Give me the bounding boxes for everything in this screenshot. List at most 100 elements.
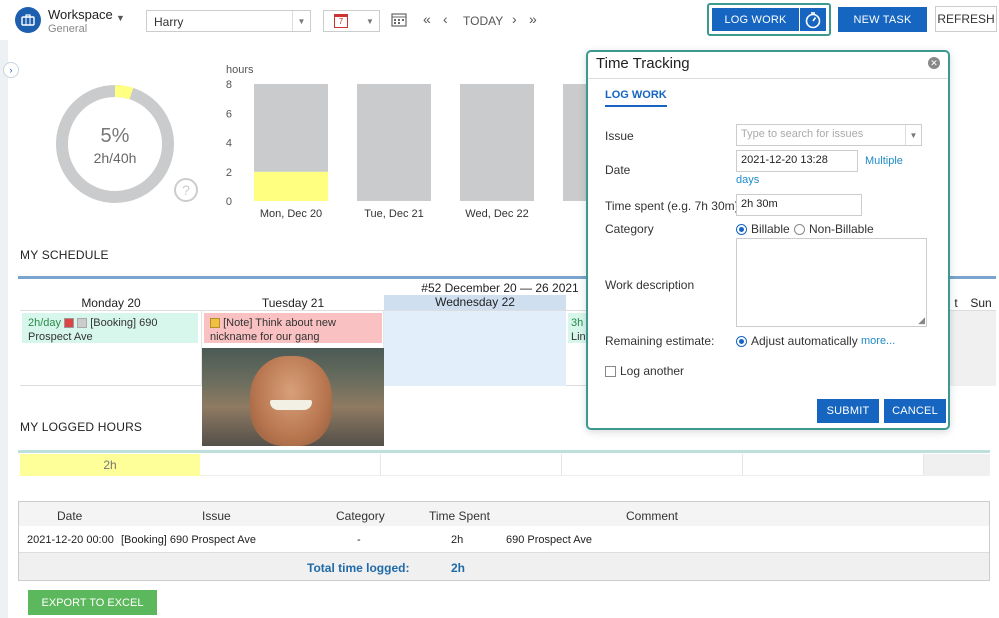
- radio-checked-icon: [736, 335, 747, 347]
- event-thursday-rate: 3h: [571, 317, 584, 329]
- logged-title: MY LOGGED HOURS: [20, 420, 143, 434]
- issue-placeholder: Type to search for issues: [741, 128, 864, 140]
- export-excel-button[interactable]: EXPORT TO EXCEL: [28, 590, 157, 615]
- time-spent-label: Time spent (e.g. 7h 30m): [605, 199, 739, 213]
- category-label: Category: [605, 222, 654, 236]
- workspace-briefcase-icon[interactable]: [15, 7, 41, 33]
- logged-table: Date Issue Category Time Spent Comment 2…: [18, 501, 990, 581]
- event-booking-text2: Prospect Ave: [28, 331, 93, 343]
- bar-remaining: [357, 84, 431, 201]
- double-chevron-right-icon[interactable]: »: [529, 11, 537, 27]
- bar-logged: [254, 171, 328, 201]
- dialog-header: Time Tracking ✕: [588, 52, 948, 79]
- multiple-days-link[interactable]: Multiple: [865, 155, 903, 167]
- event-thursday[interactable]: 3h Lin: [568, 313, 588, 343]
- logged-weekend: [924, 454, 990, 476]
- top-bar: Workspace General ▼ Harry ▼ 7 ▼ « ‹ TODA…: [0, 0, 999, 40]
- day-header-wednesday: Wednesday 22: [384, 295, 566, 310]
- col-category: Category: [336, 509, 385, 523]
- row-time: 2h: [451, 534, 464, 546]
- billable-radio[interactable]: Billable: [736, 222, 790, 236]
- close-icon[interactable]: ✕: [928, 57, 940, 69]
- tab-log-work[interactable]: LOG WORK: [605, 89, 667, 107]
- adjust-label: Adjust automatically: [751, 334, 858, 348]
- billable-label: Billable: [751, 222, 790, 236]
- col-time-spent: Time Spent: [429, 509, 490, 523]
- cell-wednesday[interactable]: [384, 311, 566, 386]
- cancel-button[interactable]: CANCEL: [884, 399, 946, 423]
- timer-button[interactable]: [800, 8, 826, 31]
- multiple-days-link-2[interactable]: days: [736, 174, 759, 186]
- logged-thursday[interactable]: [562, 454, 743, 476]
- expand-sidebar-icon[interactable]: ›: [3, 62, 19, 78]
- logged-monday[interactable]: 2h: [20, 454, 200, 476]
- help-icon[interactable]: ?: [174, 178, 198, 202]
- x-tick-label: Tue, Dec 21: [364, 208, 424, 220]
- note-icon: [210, 318, 220, 329]
- progress-hours: 2h/40h: [93, 150, 137, 166]
- col-date: Date: [57, 509, 83, 523]
- hours-bar-chart: 86420Mon, Dec 20Tue, Dec 21Wed, Dec 22Th: [226, 79, 586, 220]
- date-picker-icon[interactable]: [391, 12, 407, 27]
- logged-wednesday[interactable]: [381, 454, 562, 476]
- issue-label: Issue: [605, 129, 634, 143]
- checkbox-icon: [77, 318, 88, 329]
- user-select[interactable]: Harry ▼: [146, 10, 311, 32]
- user-select-value: Harry: [154, 15, 184, 29]
- resize-handle-icon[interactable]: ◢: [918, 315, 925, 326]
- remaining-label: Remaining estimate:: [605, 334, 715, 348]
- table-row[interactable]: 2021-12-20 00:00 [Booking] 690 Prospect …: [19, 526, 989, 553]
- x-tick-label: Mon, Dec 20: [260, 208, 322, 220]
- checkbox-icon: [605, 365, 616, 377]
- log-another-checkbox[interactable]: Log another: [605, 364, 684, 378]
- event-note-text: [Note] Think about new: [223, 317, 336, 329]
- logged-friday[interactable]: [743, 454, 924, 476]
- today-button[interactable]: TODAY: [463, 14, 503, 28]
- time-spent-input[interactable]: 2h 30m: [736, 194, 862, 216]
- row-date: 2021-12-20 00:00: [27, 534, 114, 546]
- cell-weekend: [946, 311, 996, 386]
- dialog-title: Time Tracking: [596, 55, 690, 72]
- calendar-type-select[interactable]: 7 ▼: [323, 10, 380, 32]
- refresh-button[interactable]: REFRESH: [935, 6, 997, 32]
- chart-ylabel: hours: [226, 64, 254, 76]
- non-billable-radio[interactable]: Non-Billable: [794, 222, 874, 236]
- date-label: Date: [605, 163, 631, 177]
- col-comment: Comment: [626, 509, 679, 523]
- event-booking-text: [Booking] 690: [90, 317, 158, 329]
- day-header-sunday: Sun: [970, 296, 992, 310]
- event-rate: 2h/day: [28, 317, 62, 329]
- left-rail: [0, 40, 8, 618]
- more-link[interactable]: more...: [861, 335, 895, 347]
- total-label: Total time logged:: [307, 561, 410, 575]
- chevron-left-icon[interactable]: ‹: [443, 11, 448, 27]
- double-chevron-left-icon[interactable]: «: [423, 11, 431, 27]
- new-task-button[interactable]: NEW TASK: [838, 7, 927, 32]
- event-booking[interactable]: 2h/day [Booking] 690 Prospect Ave: [22, 313, 198, 343]
- workspace-title[interactable]: Workspace: [48, 7, 113, 22]
- radio-checked-icon: [736, 223, 747, 235]
- date-input[interactable]: 2021-12-20 13:28: [736, 150, 858, 172]
- description-label: Work description: [605, 278, 695, 292]
- log-work-button[interactable]: LOG WORK: [712, 8, 799, 31]
- chevron-down-icon[interactable]: ▼: [905, 125, 921, 145]
- y-tick-label: 0: [226, 196, 232, 208]
- row-comment: 690 Prospect Ave: [506, 534, 593, 546]
- workspace-caret-icon[interactable]: ▼: [116, 13, 125, 23]
- y-tick-label: 4: [226, 138, 232, 150]
- work-description-textarea[interactable]: ◢: [736, 238, 927, 327]
- event-note[interactable]: [Note] Think about new nickname for our …: [204, 313, 382, 343]
- bar-remaining: [563, 84, 586, 201]
- day-header-monday: Monday 20: [81, 296, 141, 310]
- logged-tuesday[interactable]: [200, 454, 381, 476]
- logged-row: 2h: [20, 454, 990, 476]
- photo-teeth: [270, 400, 312, 410]
- submit-button[interactable]: SUBMIT: [817, 399, 879, 423]
- calendar-icon: [64, 318, 75, 329]
- chevron-right-icon[interactable]: ›: [512, 11, 517, 27]
- event-note-text2: nickname for our gang: [210, 331, 320, 343]
- adjust-automatically-radio[interactable]: Adjust automatically: [736, 334, 858, 348]
- embedded-photo: [202, 348, 384, 446]
- issue-search-input[interactable]: Type to search for issues ▼: [736, 124, 922, 146]
- table-total-row: Total time logged: 2h: [19, 553, 989, 580]
